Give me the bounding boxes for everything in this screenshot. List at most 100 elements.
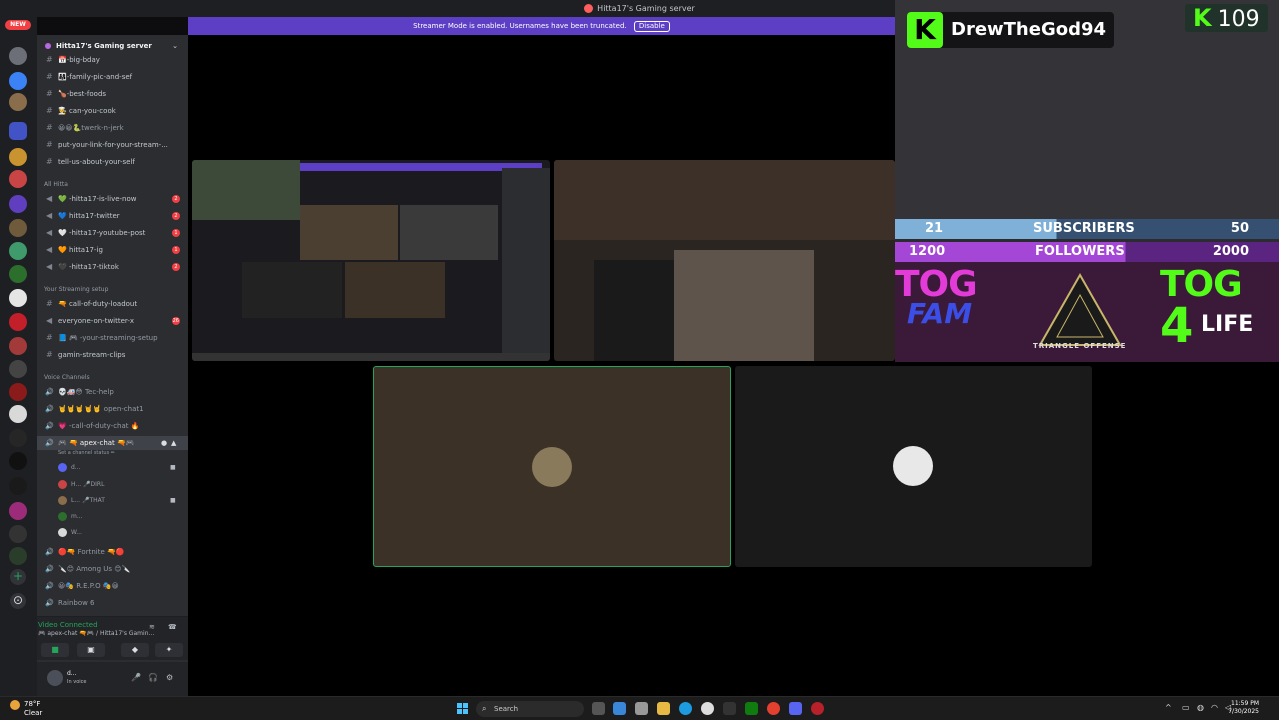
screen-share-tile[interactable] [192,160,550,361]
server-icon[interactable] [9,47,27,65]
channel-item[interactable]: # tell-us-about-your-self [37,155,188,169]
copilot-icon[interactable] [613,702,626,715]
headphones-icon[interactable]: 🎧 [148,673,158,682]
server-icon[interactable] [9,289,27,307]
video-connected-status[interactable]: Video Connected [37,621,98,629]
disable-streamer-mode-button[interactable]: Disable [633,21,670,32]
voice-channel-item[interactable]: 🔊 🤘🤘🤘🤘🤘 open-chat1 [37,402,188,416]
app-icon[interactable] [811,702,824,715]
add-server-icon[interactable]: + [10,569,26,585]
participant-tile-speaking[interactable] [373,366,731,567]
channel-item[interactable]: # 🍗-best-foods [37,87,188,101]
voice-channel-item[interactable]: 🔊 🔪😊 Among Us 😊🔪 [37,562,188,576]
channel-item[interactable]: ◀ 🤍 -hitta17-youtube-post 1 [37,226,188,240]
task-view-icon[interactable] [592,702,605,715]
channel-item[interactable]: ◀ everyone-on-twitter-x 26 [37,314,188,328]
server-icon[interactable] [9,219,27,237]
voice-user[interactable]: m... [58,510,83,523]
microphone-icon[interactable]: 🎤 [131,673,141,682]
voice-channel-item[interactable]: 🔊 😀🎭 R.E.P.O 🎭😀 [37,579,188,593]
server-icon[interactable] [9,72,27,90]
edge-icon[interactable] [679,702,692,715]
discover-icon[interactable]: ⊙ [10,593,26,609]
server-icon[interactable] [9,477,27,495]
clock[interactable]: 11:59 PM 7/30/2025 [1228,700,1259,716]
voice-channel-item[interactable]: 🔊 💀🚑😳 Tec-help [37,385,188,399]
server-header[interactable]: Hitta17's Gaming server ⌄ [37,39,188,53]
channel-item[interactable]: ◀ 🖤 -hitta17-tiktok 2 [37,260,188,274]
server-icon[interactable] [9,337,27,355]
voice-user[interactable]: W... [58,526,82,539]
gear-icon[interactable]: ⚙ [166,673,173,682]
channel-status[interactable]: Set a channel status ✏ [58,450,115,456]
server-icon[interactable] [9,93,27,111]
chevron-up-icon[interactable]: ^ [1165,703,1172,712]
voice-user[interactable]: d... ■ [58,461,176,474]
voice-user[interactable]: H... 🎤DIRL [58,478,104,491]
server-icon[interactable] [9,452,27,470]
activities-button[interactable]: ◆ [121,643,149,657]
participant-tile[interactable] [735,366,1092,567]
server-icon[interactable] [9,525,27,543]
channel-item[interactable]: # 🔫 call-of-duty-loadout [37,297,188,311]
app-icon[interactable] [701,702,714,715]
weather-widget[interactable]: 78°F Clear [10,700,42,718]
chrome-icon[interactable] [767,702,780,715]
screen-share-preview [345,262,445,318]
hash-icon: # [46,140,53,149]
channel-item[interactable]: # gamin-stream-clips [37,348,188,362]
category-voice-channels[interactable]: Voice Channels [44,374,90,381]
voice-connection-channel[interactable]: 🎮 apex-chat 🔫🎮 / Hitta17's Gamin... [38,630,154,637]
category-all-hitta[interactable]: All Hitta [44,181,68,188]
channel-item[interactable]: ◀ 🧡 hitta17-ig 1 [37,243,188,257]
channel-item[interactable]: ◀ 💚 -hitta17-is-live-now 2 [37,192,188,206]
tray-icon[interactable]: ▭ [1182,703,1190,712]
windows-start-icon[interactable] [457,703,468,714]
soundboard-button[interactable]: ✦ [155,643,183,657]
camera-tile[interactable] [554,160,895,361]
channel-item[interactable]: # 👨‍🍳 can-you-cook [37,104,188,118]
server-icon[interactable] [9,383,27,401]
channel-item[interactable]: # 😀😀🐍twerk-n-jerk [37,121,188,135]
screen-share-button[interactable]: ▣ [77,643,105,657]
tray-icon[interactable]: ◍ [1197,703,1204,712]
channel-item[interactable]: # 👨‍👩‍👧-family-pic-and-sef [37,70,188,84]
server-icon[interactable] [9,148,27,166]
discord-icon[interactable] [789,702,802,715]
server-icon[interactable] [9,242,27,260]
server-icon[interactable] [9,429,27,447]
server-icon[interactable] [9,405,27,423]
server-icon[interactable] [9,313,27,331]
server-icon[interactable] [9,195,27,213]
category-streaming-setup[interactable]: Your Streaming setup [44,286,108,293]
invite-icon[interactable]: ▲ [171,436,176,450]
disconnect-icon[interactable]: ☎ [168,623,177,631]
server-icon[interactable] [9,502,27,520]
channel-item[interactable]: # put-your-link-for-your-stream-... [37,138,188,152]
server-icon[interactable] [9,265,27,283]
server-icon[interactable] [9,360,27,378]
voice-channel-item[interactable]: 🔊 Rainbow 6 [37,596,188,610]
app-icon[interactable] [723,702,736,715]
channel-item[interactable]: # 📅-big-bday [37,53,188,67]
voice-channel-item[interactable]: 🔊 💗 -call-of-duty-chat 🔥 [37,419,188,433]
server-icon[interactable] [9,547,27,565]
server-icon[interactable] [9,170,27,188]
wifi-icon[interactable]: ◠ [1211,703,1218,712]
avatar[interactable] [47,670,63,686]
new-badge[interactable]: NEW [5,20,31,30]
taskbar-search[interactable]: ⌕ Search [476,701,584,717]
server-icon[interactable] [9,122,27,140]
chevron-down-icon[interactable]: ⌄ [172,39,178,53]
voice-channel-active[interactable]: 🔊 🎮 🔫 apex-chat 🔫🎮 ● ▲ [37,436,188,450]
xbox-icon[interactable] [745,702,758,715]
store-icon[interactable] [635,702,648,715]
camera-button[interactable]: ■ [41,643,69,657]
file-explorer-icon[interactable] [657,702,670,715]
chat-icon[interactable]: ● [161,436,167,450]
voice-user[interactable]: L... 🎤THAT ■ [58,494,176,507]
noise-suppression-icon[interactable]: ≋ [149,623,155,631]
channel-item[interactable]: ◀ 💙 hitta17-twitter 2 [37,209,188,223]
channel-item[interactable]: # 📘 🎮 -your-streaming-setup [37,331,188,345]
voice-channel-item[interactable]: 🔊 🔴🔫 Fortnite 🔫🔴 [37,545,188,559]
